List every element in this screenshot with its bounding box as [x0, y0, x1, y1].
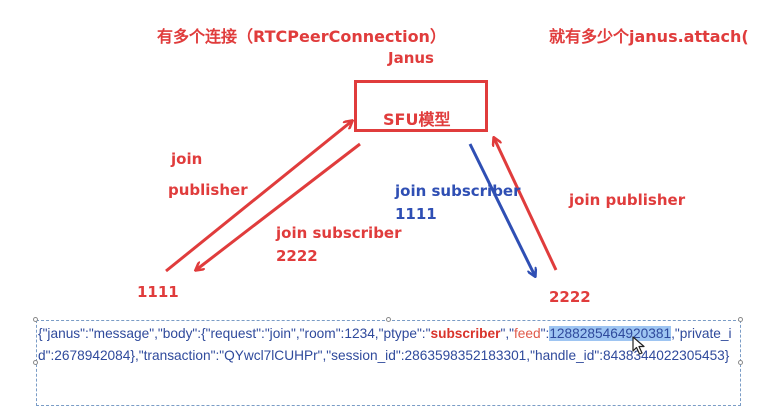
- publisher-label: publisher: [168, 181, 248, 199]
- resize-handle-top-center[interactable]: [386, 317, 391, 322]
- json-part-2: ",": [500, 326, 514, 341]
- resize-handle-top-right[interactable]: [738, 317, 743, 322]
- ptype-value: subscriber: [430, 326, 501, 341]
- feed-value-selected[interactable]: 1288285464920381: [549, 326, 672, 341]
- json-part-1: {"janus":"message","body":{"request":"jo…: [38, 326, 431, 341]
- join-label: join: [171, 150, 203, 168]
- right-publisher-label: join publisher: [569, 191, 686, 209]
- resize-handle-top-left[interactable]: [33, 317, 38, 322]
- blue-subscriber-label: join subscriber: [395, 182, 521, 200]
- feed-key: feed: [514, 326, 541, 341]
- blue-subscriber-id: 1111: [395, 205, 437, 223]
- json-part-3: ":: [540, 326, 550, 341]
- mouse-cursor-icon: [632, 336, 645, 355]
- left-client-id: 1111: [137, 283, 179, 301]
- arrow-publisher-2222-to-sfu: [494, 138, 558, 271]
- left-subscriber-label: join subscriber: [276, 224, 402, 242]
- arrow-sfu-to-subscriber-2222: [468, 143, 535, 276]
- right-client-id: 2222: [549, 288, 591, 306]
- left-subscriber-id: 2222: [276, 247, 318, 265]
